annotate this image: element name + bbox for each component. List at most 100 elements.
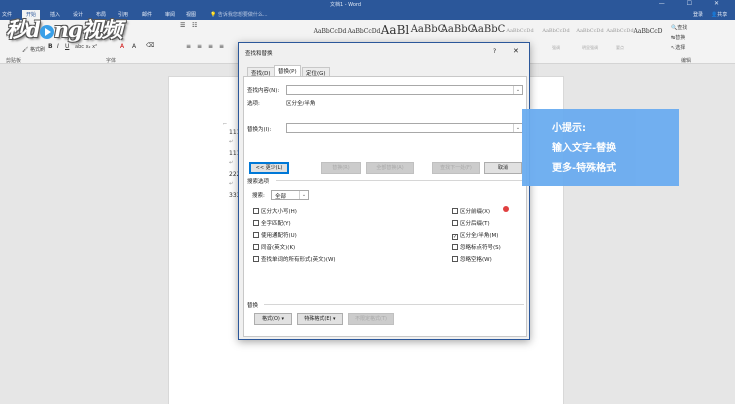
tip-line: 小提示:	[552, 123, 586, 134]
find-what-label: 查找内容(N):	[247, 88, 280, 94]
group-editing: 编辑	[681, 58, 692, 64]
numbering-icon[interactable]: ☷	[192, 22, 197, 29]
justify-icon[interactable]: ≡	[219, 43, 224, 50]
replace-button[interactable]: ↹替换	[671, 34, 685, 41]
find-label: 查找	[677, 25, 688, 31]
checkbox-box[interactable]	[452, 244, 458, 250]
tab-review[interactable]: 审阅	[165, 11, 175, 18]
bold-button[interactable]: B	[48, 43, 53, 50]
special-format-button[interactable]: 特殊格式(E) ▾	[297, 313, 343, 325]
login-link[interactable]: 登录	[693, 11, 703, 18]
checkbox-label: 忽略标点符号(S)	[460, 245, 501, 251]
clear-format-icon[interactable]: ⌫	[146, 42, 154, 49]
checkbox-label: 忽略空格(W)	[460, 257, 492, 263]
underline-button[interactable]: U	[65, 43, 69, 50]
italic-button[interactable]: I	[57, 43, 59, 50]
search-direction-value: 全部	[275, 194, 287, 200]
right-workspace	[680, 64, 735, 404]
checkbox-box[interactable]	[452, 220, 458, 226]
paragraph-mark: ↵	[229, 181, 234, 187]
checkbox-box[interactable]	[253, 208, 259, 214]
checkbox-box[interactable]	[452, 256, 458, 262]
replace-label: 替换	[675, 35, 686, 41]
checkbox-box[interactable]	[253, 220, 259, 226]
chevron-down-icon[interactable]: ⌄	[299, 191, 308, 199]
cancel-button[interactable]: 取消	[484, 162, 522, 174]
tip-line: 输入文字-替换	[552, 143, 617, 154]
margin-mark: ⌐	[223, 121, 228, 127]
tip-overlay: 小提示: 输入文字-替换 更多-特殊格式	[522, 109, 679, 186]
style-preview: AaBbCcD	[633, 28, 663, 35]
search-options-title: 搜索选项	[247, 179, 270, 185]
replace-button[interactable]: 替换(R)	[321, 162, 361, 174]
dialog-title: 查找和替换	[245, 51, 273, 57]
group-font: 字体	[106, 58, 117, 64]
ignore-whitespace-checkbox[interactable]: 忽略空格(W)	[452, 255, 492, 263]
select-button[interactable]: ↖选择	[671, 44, 685, 51]
tell-me-text: 告诉我您想要做什么...	[217, 12, 268, 18]
find-replace-dialog: 查找和替换 ? ✕ 查找(D) 替换(P) 定位(G) 查找内容(N): ⌄ 选…	[238, 42, 530, 340]
wildcards-checkbox[interactable]: 使用通配符(U)	[253, 231, 297, 239]
logo-text-left: 秒d	[6, 17, 41, 42]
play-icon	[39, 24, 54, 39]
help-button[interactable]: ?	[493, 48, 496, 55]
checkbox-box[interactable]	[452, 208, 458, 214]
align-left-icon[interactable]: ≡	[186, 43, 191, 50]
tell-me-search[interactable]: 💡 告诉我您想要做什么...	[210, 11, 268, 18]
chevron-down-icon[interactable]: ⌄	[513, 86, 522, 94]
bullets-icon[interactable]: ☰	[180, 22, 185, 29]
font-color-button[interactable]: A	[120, 43, 124, 50]
checkbox-label: 区分全/半角(M)	[460, 233, 499, 239]
checkbox-label: 区分后缀(T)	[460, 221, 490, 227]
share-label: 共享	[717, 12, 728, 18]
format-painter-label: 格式刷	[29, 47, 45, 53]
less-button[interactable]: << 更少(L)	[249, 162, 289, 174]
checkbox-box[interactable]	[253, 244, 259, 250]
paragraph-mark: ↵	[229, 160, 234, 166]
style-item[interactable]: AaBbCcD	[626, 23, 670, 53]
sounds-like-checkbox[interactable]: 同音(英文)(K)	[253, 243, 295, 251]
tab-view[interactable]: 视图	[186, 11, 196, 18]
window-controls[interactable]: — ☐ ✕	[659, 0, 729, 7]
checkbox-label: 同音(英文)(K)	[261, 245, 296, 251]
find-what-input[interactable]: ⌄	[286, 85, 523, 95]
check-icon[interactable]: ✓	[452, 234, 458, 240]
match-suffix-checkbox[interactable]: 区分后缀(T)	[452, 219, 490, 227]
window-title: 文档1 - Word	[330, 2, 362, 8]
find-button[interactable]: 🔍查找	[671, 24, 687, 31]
find-next-button[interactable]: 查找下一处(F)	[432, 162, 480, 174]
match-prefix-checkbox[interactable]: 区分前缀(X)	[452, 207, 490, 215]
chevron-down-icon[interactable]: ⌄	[513, 124, 522, 132]
highlight-button[interactable]: A	[132, 43, 136, 50]
search-direction-label: 搜索:	[252, 193, 265, 199]
search-direction-select[interactable]: 全部 ⌄	[271, 190, 309, 200]
title-bar: 文档1 - Word — ☐ ✕	[0, 0, 735, 10]
logo-text-right: ng视频	[53, 17, 123, 42]
format-button[interactable]: 格式(O) ▾	[254, 313, 292, 325]
close-icon[interactable]: ✕	[513, 47, 519, 55]
align-center-icon[interactable]: ≡	[197, 43, 202, 50]
align-right-icon[interactable]: ≡	[208, 43, 213, 50]
no-formatting-button[interactable]: 不限定格式(T)	[348, 313, 394, 325]
checkbox-label: 全字匹配(Y)	[261, 221, 291, 227]
match-width-checkbox[interactable]: ✓ 区分全/半角(M)	[452, 231, 498, 240]
mouse-cursor-highlight	[503, 206, 509, 212]
ignore-punctuation-checkbox[interactable]: 忽略标点符号(S)	[452, 243, 501, 251]
replace-all-button[interactable]: 全部替换(A)	[366, 162, 414, 174]
checkbox-box[interactable]	[253, 256, 259, 262]
dialog-body: 查找内容(N): ⌄ 选项: 区分全/半角 替换为(I): ⌄ << 更少(L)…	[243, 76, 527, 337]
replace-with-input[interactable]: ⌄	[286, 123, 523, 133]
match-case-checkbox[interactable]: 区分大小写(H)	[253, 207, 297, 215]
select-label: 选择	[675, 45, 686, 51]
whole-word-checkbox[interactable]: 全字匹配(Y)	[253, 219, 291, 227]
checkbox-box[interactable]	[253, 232, 259, 238]
all-word-forms-checkbox[interactable]: 查找单词的所有形式(英文)(W)	[253, 255, 336, 263]
strikethrough-button[interactable]: abc x₂ x²	[75, 44, 97, 50]
paragraph-mark: ↵	[229, 139, 234, 145]
share-button[interactable]: 👤共享	[711, 11, 727, 18]
format-painter-button[interactable]: 🖌 格式刷	[22, 46, 45, 53]
replace-section-title: 替换	[247, 303, 259, 309]
tab-mailings[interactable]: 邮件	[142, 11, 152, 18]
group-clipboard: 剪贴板	[6, 58, 22, 64]
divider	[264, 304, 524, 305]
